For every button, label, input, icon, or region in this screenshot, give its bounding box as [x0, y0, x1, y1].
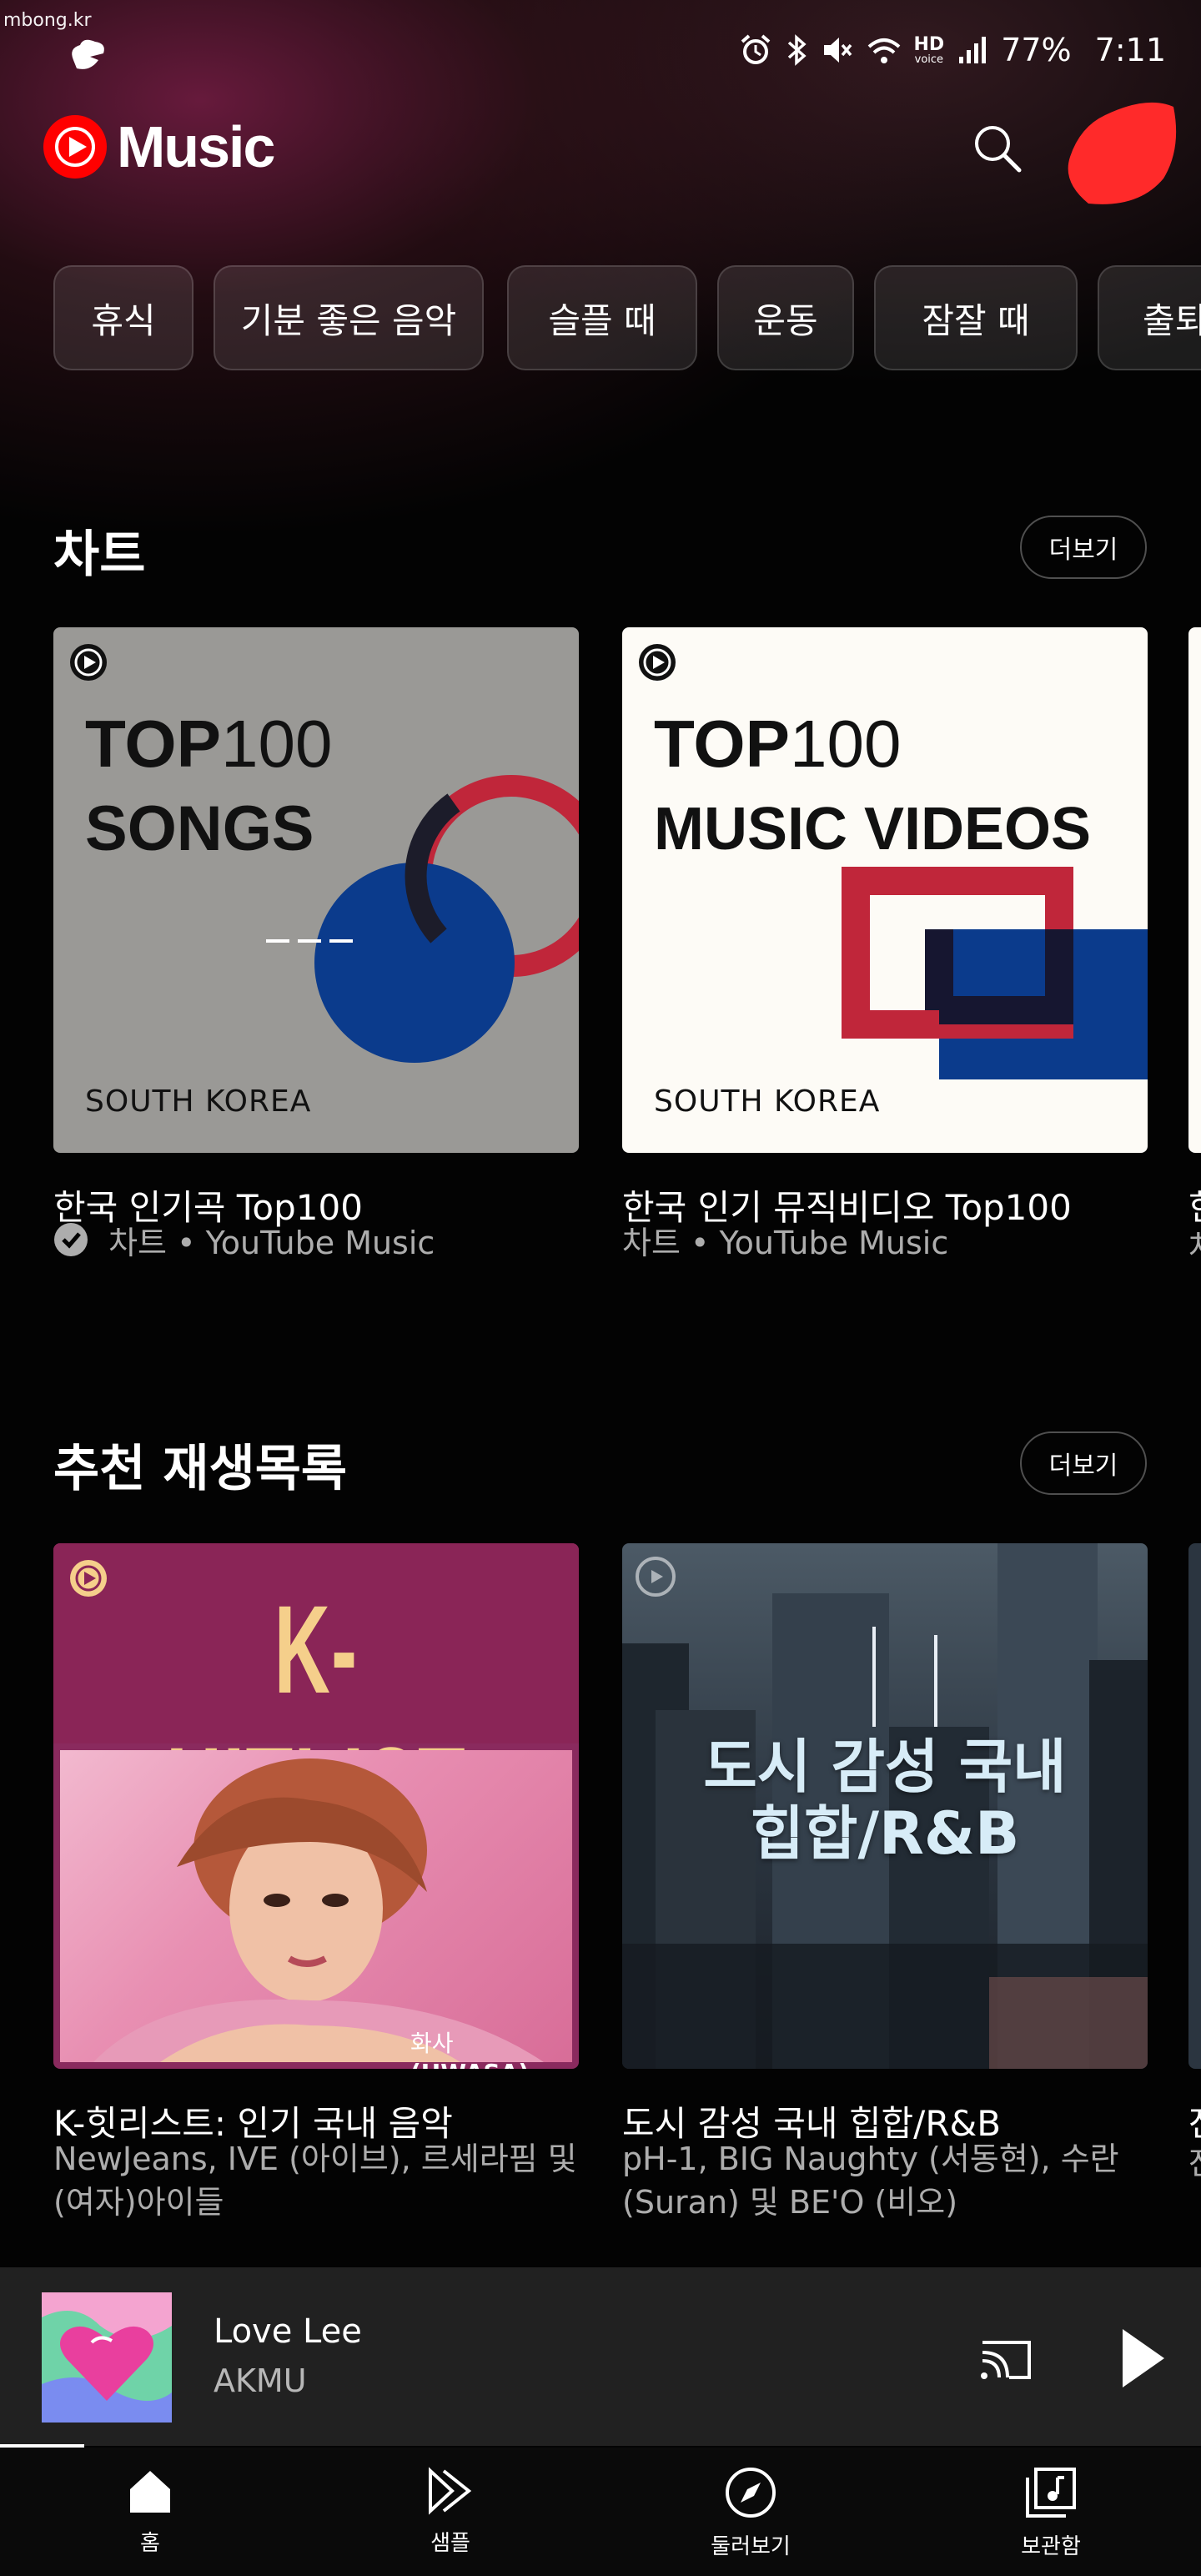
cast-icon — [981, 2341, 1031, 2379]
chart-card-subtitle: 차트 • YouTube Music — [53, 1221, 587, 1268]
signal-icon — [956, 33, 989, 67]
chart-art-top-songs: TOP100 SONGS SOUTH KOREA — [53, 627, 579, 1153]
chip-sad[interactable]: 슬플 때 — [507, 265, 697, 370]
now-playing-title: Love Lee — [214, 2312, 362, 2351]
charts-more-button[interactable]: 더보기 — [1020, 516, 1147, 579]
chip-commute[interactable]: 출퇴 — [1098, 265, 1201, 370]
playlist-card-subtitle: pH-1, BIG Naughty (서동현), 수란(Suran) 및 BE'… — [622, 2141, 1119, 2221]
now-playing-artist: AKMU — [214, 2362, 307, 2399]
nav-label: 홈 — [140, 2531, 160, 2556]
search-button[interactable] — [967, 118, 1026, 177]
bluetooth-icon — [784, 33, 809, 67]
search-icon — [975, 126, 1022, 173]
section-title-charts: 차트 — [53, 526, 146, 584]
chart-art-top-music-videos: TOP100 MUSIC VIDEOS SOUTH KOREA — [622, 627, 1148, 1153]
youtube-music-badge-icon — [70, 1560, 107, 1597]
playlist-card-peek[interactable] — [1188, 1543, 1201, 2069]
wifi-icon — [866, 33, 902, 67]
status-icons: HD voice 77% 7:11 — [739, 32, 1166, 68]
nav-explore[interactable]: 둘러보기 — [667, 2464, 834, 2573]
app-name: Music — [117, 114, 275, 179]
nav-library[interactable]: 보관함 — [967, 2464, 1134, 2573]
playlist-card-peek-subtitle: 잔 — [1188, 2137, 1201, 2183]
city-hiphop-art-text: 도시 감성 국내 힙합/R&B — [703, 1733, 1067, 1868]
chart-art-region: SOUTH KOREA — [654, 1084, 881, 1119]
hd-voice-badge: HD voice — [913, 33, 945, 66]
library-icon — [1026, 2468, 1076, 2518]
chip-relax[interactable]: 휴식 — [53, 265, 193, 370]
playlist-art-k-hitlist: K-HITLIST 화사 (HWASA) — [53, 1543, 579, 2069]
youtube-music-icon — [43, 115, 107, 179]
nav-label: 샘플 — [430, 2531, 470, 2556]
portrait-illustration — [93, 1758, 544, 2062]
samples-icon — [429, 2467, 472, 2515]
chart-art-text: TOP100 SONGS — [85, 707, 333, 864]
watermark: mbong.kr — [3, 10, 92, 31]
chip-sleep[interactable]: 잠잘 때 — [874, 265, 1078, 370]
home-icon — [130, 2471, 170, 2513]
chip-feel-good[interactable]: 기분 좋은 음악 — [214, 265, 484, 370]
now-playing-thumbnail — [42, 2292, 172, 2423]
play-button[interactable] — [1109, 2321, 1176, 2396]
mood-chip-row: 휴식 기분 좋은 음악 슬플 때 운동 잠잘 때 출퇴 — [53, 265, 1201, 374]
app-bar: Music — [0, 102, 1201, 204]
explore-icon — [726, 2468, 776, 2518]
section-title-playlists: 추천 재생목록 — [53, 1440, 348, 1498]
nav-label: 둘러보기 — [711, 2534, 791, 2559]
chart-art-text: TOP100 MUSIC VIDEOS — [654, 707, 1092, 863]
bottom-navigation: 홈 샘플 둘러보기 보관함 — [0, 2448, 1201, 2576]
battery-text: 77% — [1001, 32, 1072, 68]
clock: 7:11 — [1094, 32, 1166, 68]
chart-card-subtitle: 차트 • YouTube Music — [622, 1225, 949, 1261]
chart-art-region: SOUTH KOREA — [85, 1084, 312, 1119]
status-bar: HD voice 77% 7:11 — [0, 32, 1201, 73]
verified-check-icon — [53, 1222, 88, 1268]
nav-home[interactable]: 홈 — [67, 2464, 234, 2573]
chart-card-peek[interactable] — [1188, 627, 1201, 1153]
youtube-music-logo[interactable]: Music — [42, 113, 275, 180]
app-notification-icon — [65, 35, 112, 80]
playlists-more-button[interactable]: 더보기 — [1020, 1431, 1147, 1495]
nav-samples[interactable]: 샘플 — [367, 2464, 534, 2573]
cast-button[interactable] — [974, 2327, 1038, 2391]
chart-card-peek-subtitle: 차 — [1188, 1221, 1201, 1267]
mini-player[interactable]: Love Lee AKMU — [0, 2267, 1201, 2446]
playlist-art-city-hiphop: 도시 감성 국내 힙합/R&B — [622, 1543, 1148, 2069]
chip-workout[interactable]: 운동 — [717, 265, 854, 370]
hwasa-photo — [60, 1750, 572, 2062]
play-icon — [1123, 2329, 1164, 2387]
avatar-redacted-icon — [1068, 102, 1177, 204]
account-avatar[interactable] — [1055, 98, 1180, 224]
art-caption: 화사 (HWASA) — [410, 2030, 529, 2069]
alarm-icon — [739, 33, 772, 67]
mute-icon — [821, 33, 854, 67]
playlist-card-subtitle: NewJeans, IVE (아이브), 르세라핌 및 (여자)아이들 — [53, 2141, 577, 2221]
nav-label: 보관함 — [1021, 2534, 1081, 2559]
